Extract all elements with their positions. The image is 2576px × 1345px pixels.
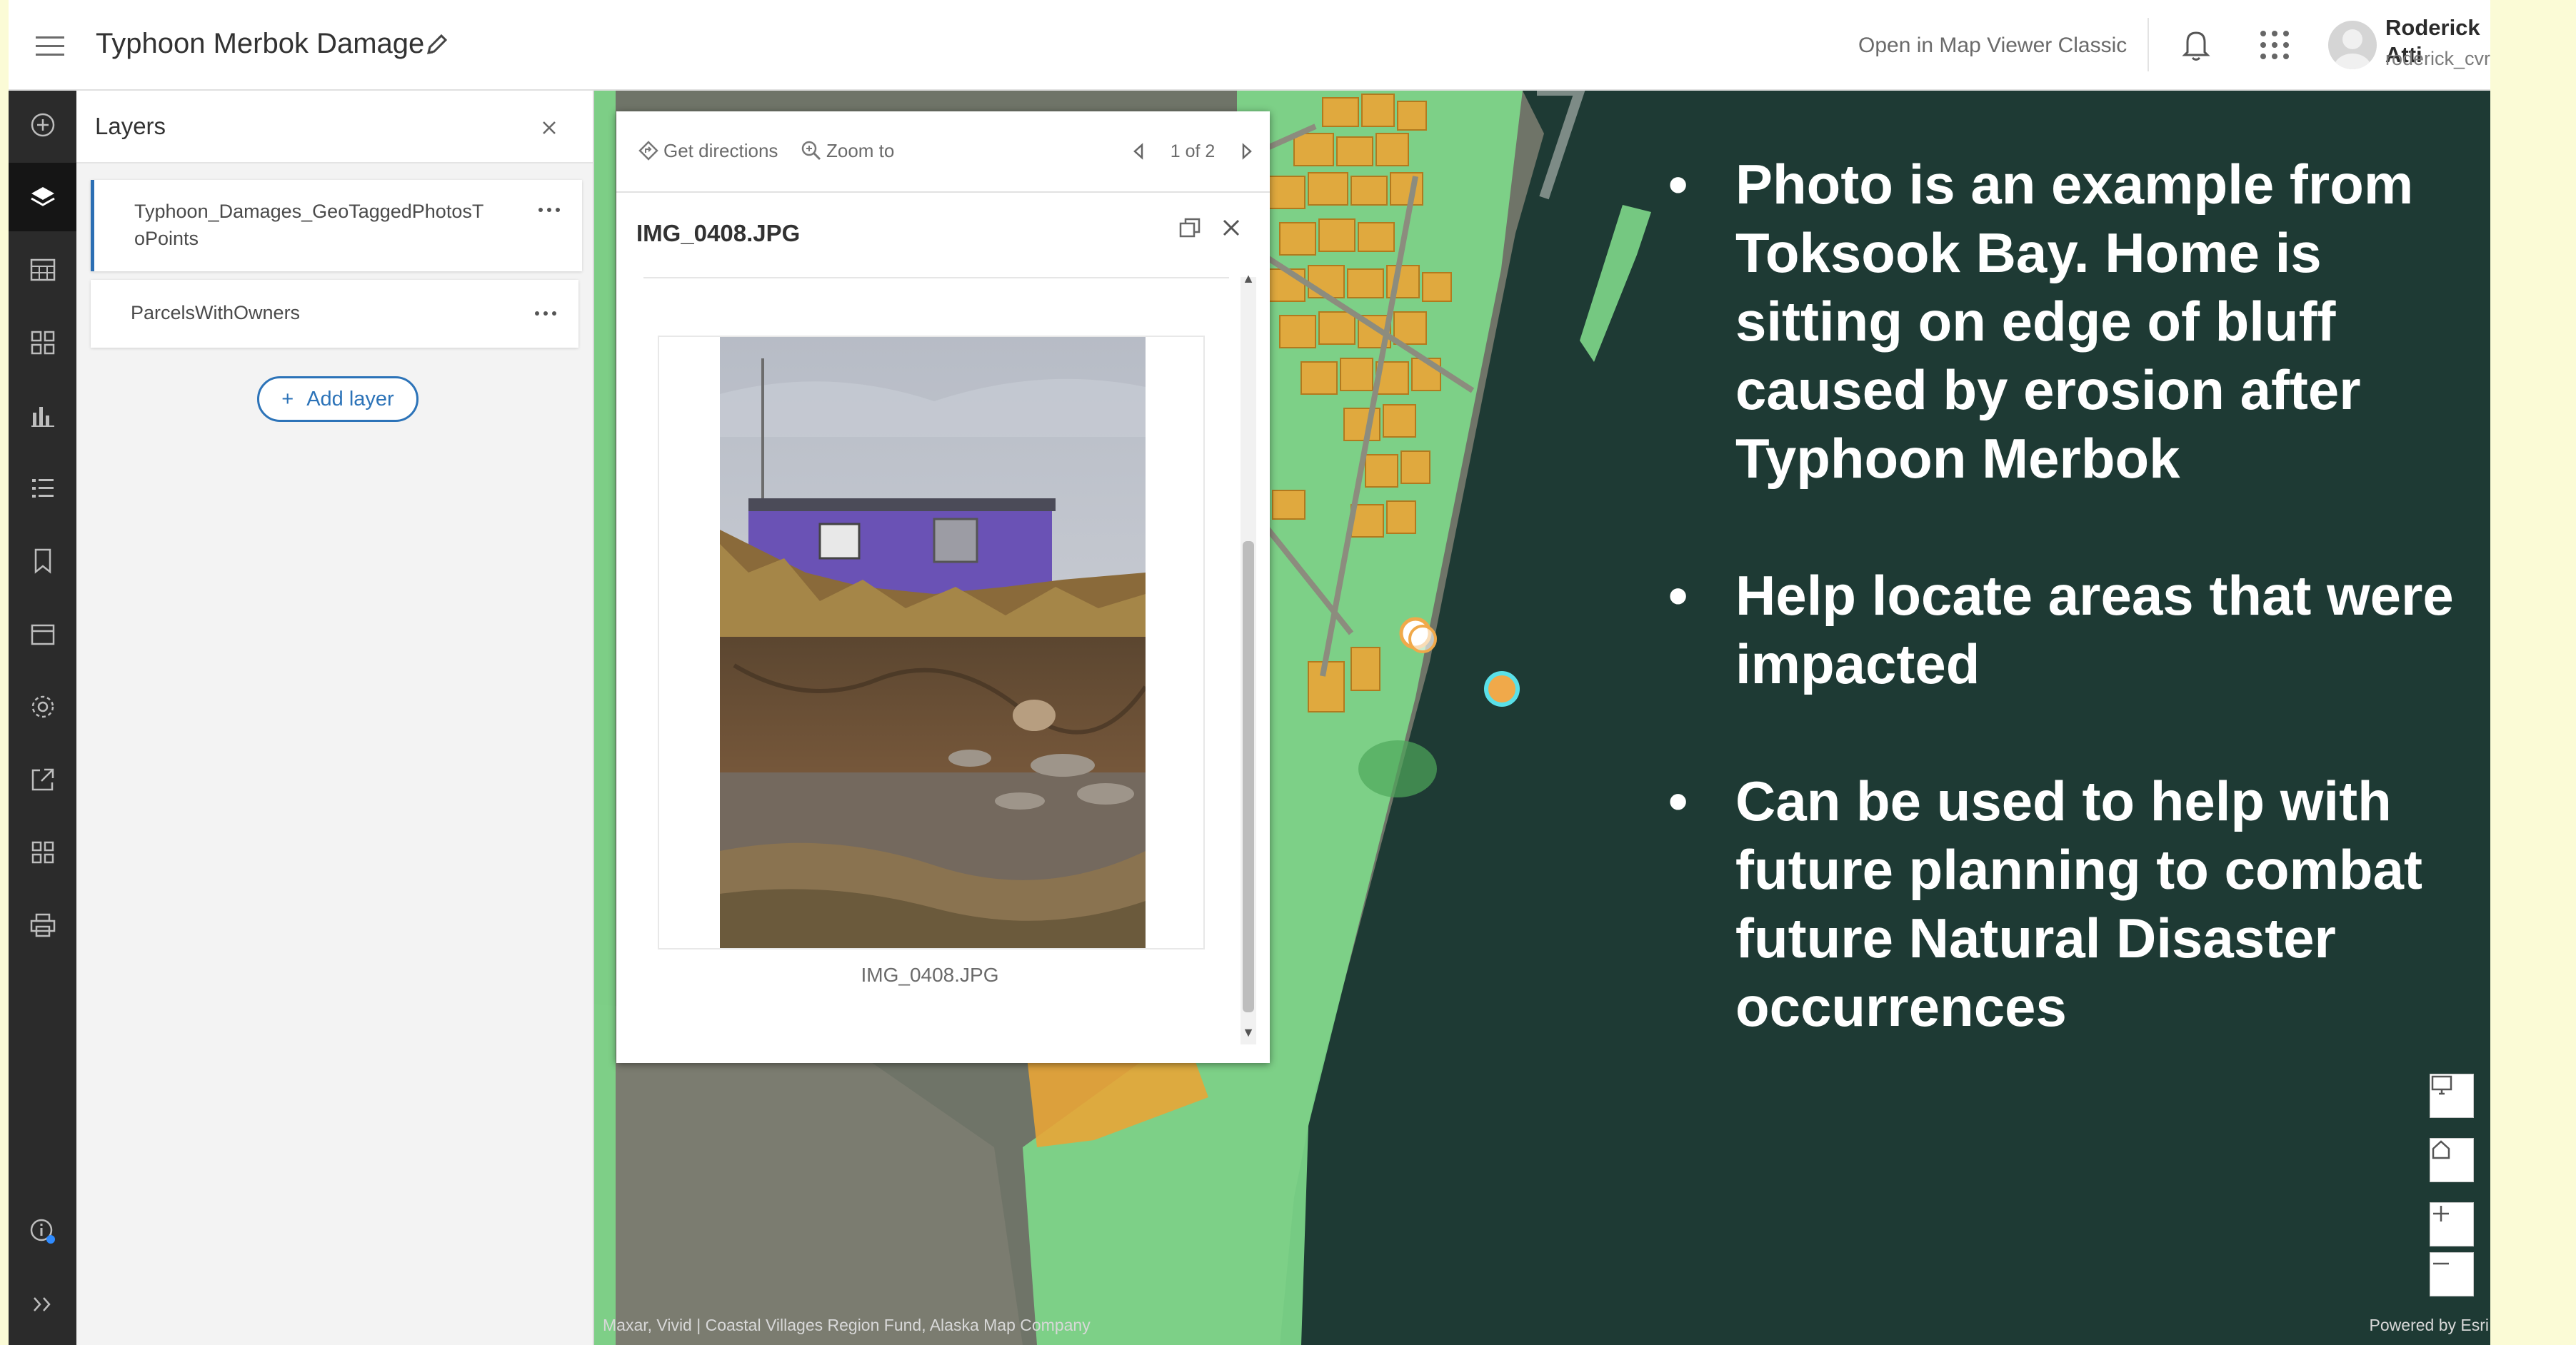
home-icon bbox=[2432, 1140, 2450, 1159]
layer-item-parcels[interactable]: ParcelsWithOwners bbox=[91, 280, 578, 348]
dock-icon[interactable] bbox=[1172, 210, 1208, 246]
calendar-icon[interactable] bbox=[9, 600, 76, 668]
erosion-photo[interactable] bbox=[720, 337, 1146, 948]
avatar[interactable] bbox=[2328, 21, 2377, 69]
info-icon[interactable] bbox=[9, 1197, 76, 1266]
notifications-icon[interactable] bbox=[2176, 25, 2216, 65]
map-title: Typhoon Merbok Damage bbox=[96, 28, 425, 59]
annotation-bullet: Can be used to help with future planning… bbox=[1658, 767, 2480, 1041]
layers-panel: Layers Typhoon_Damages_GeoTaggedPhotosTo… bbox=[76, 91, 594, 1345]
close-icon[interactable] bbox=[1213, 210, 1249, 246]
scroll-down-icon[interactable]: ▼ bbox=[1241, 1025, 1256, 1047]
layers-icon[interactable] bbox=[9, 163, 76, 231]
feature-pager: 1 of 2 bbox=[1132, 137, 1253, 166]
zoom-out-button[interactable] bbox=[2430, 1252, 2474, 1296]
get-directions-button[interactable]: Get directions bbox=[638, 137, 778, 164]
open-classic-link[interactable]: Open in Map Viewer Classic bbox=[1858, 31, 2127, 60]
add-layer-button[interactable]: + Add layer bbox=[257, 376, 419, 422]
popup-toolbar: Get directions Zoom to 1 of 2 bbox=[616, 111, 1270, 193]
expand-icon[interactable] bbox=[9, 1270, 76, 1339]
chart-icon[interactable] bbox=[9, 381, 76, 450]
user-handle: roderick_cvrf bbox=[2385, 48, 2490, 69]
left-action-bar bbox=[9, 91, 76, 1345]
map-attribution: Maxar, Vivid | Coastal Villages Region F… bbox=[603, 1316, 1091, 1334]
layer-label: Typhoon_Damages_GeoTaggedPhotosToPoints bbox=[134, 201, 484, 249]
zoom-to-button[interactable]: Zoom to bbox=[801, 137, 894, 164]
layer-item-geotagged-photos[interactable]: Typhoon_Damages_GeoTaggedPhotosToPoints bbox=[91, 180, 582, 271]
bookmark-icon[interactable] bbox=[9, 527, 76, 595]
zoom-in-button[interactable] bbox=[2430, 1202, 2474, 1246]
scroll-up-icon[interactable]: ▲ bbox=[1241, 271, 1256, 293]
scrollbar-thumb[interactable] bbox=[1243, 541, 1254, 1012]
settings-icon[interactable] bbox=[9, 672, 76, 741]
add-layer-label: Add layer bbox=[306, 387, 394, 410]
basemap-icon[interactable] bbox=[9, 308, 76, 377]
header-divider bbox=[2147, 18, 2149, 71]
menu-icon[interactable] bbox=[30, 26, 70, 66]
annotation-bullet: Help locate areas that were impacted bbox=[1658, 561, 2480, 698]
chevron-right-icon[interactable] bbox=[1241, 143, 1253, 160]
share-icon[interactable] bbox=[9, 745, 76, 814]
add-icon[interactable] bbox=[9, 91, 76, 159]
pager-text: 1 of 2 bbox=[1170, 141, 1216, 161]
chevron-left-icon[interactable] bbox=[1132, 143, 1145, 160]
close-icon[interactable] bbox=[533, 112, 565, 143]
zoom-to-icon bbox=[801, 141, 821, 161]
annotation-bullet: Photo is an example from Toksook Bay. Ho… bbox=[1658, 150, 2480, 493]
app-launcher-icon[interactable] bbox=[2255, 25, 2295, 65]
popup-content: IMG_0408.JPG ▲ ▼ bbox=[629, 271, 1256, 1055]
minus-icon bbox=[2433, 1262, 2449, 1265]
content-divider bbox=[643, 277, 1229, 278]
get-directions-label: Get directions bbox=[663, 140, 778, 161]
print-icon[interactable] bbox=[9, 891, 76, 959]
app-window: Typhoon Merbok Damage Open in Map Viewer… bbox=[9, 0, 2490, 1345]
plus-icon bbox=[2433, 1206, 2449, 1221]
media-frame bbox=[658, 336, 1205, 949]
pencil-icon[interactable] bbox=[419, 27, 454, 63]
photo-caption: IMG_0408.JPG bbox=[861, 964, 999, 986]
legend-icon[interactable] bbox=[9, 454, 76, 523]
layer-label: ParcelsWithOwners bbox=[131, 302, 301, 323]
directions-icon bbox=[638, 141, 658, 161]
apps-grid-icon[interactable] bbox=[9, 818, 76, 887]
home-button[interactable] bbox=[2430, 1138, 2474, 1182]
slide-annotations: Photo is an example from Toksook Bay. Ho… bbox=[1658, 150, 2480, 1109]
layers-panel-title: Layers bbox=[95, 113, 166, 139]
powered-by-esri[interactable]: Powered by Esri bbox=[2370, 1315, 2489, 1335]
feature-popup: Get directions Zoom to 1 of 2 IMG_0408.J… bbox=[616, 111, 1270, 1063]
app-header: Typhoon Merbok Damage Open in Map Viewer… bbox=[9, 0, 2490, 91]
table-icon[interactable] bbox=[9, 236, 76, 304]
zoom-to-label: Zoom to bbox=[826, 140, 895, 161]
more-options-icon[interactable] bbox=[531, 196, 567, 224]
popup-title: IMG_0408.JPG bbox=[636, 220, 801, 246]
plus-icon: + bbox=[281, 387, 294, 410]
more-options-icon[interactable] bbox=[528, 299, 563, 328]
layers-panel-header: Layers bbox=[76, 91, 593, 163]
